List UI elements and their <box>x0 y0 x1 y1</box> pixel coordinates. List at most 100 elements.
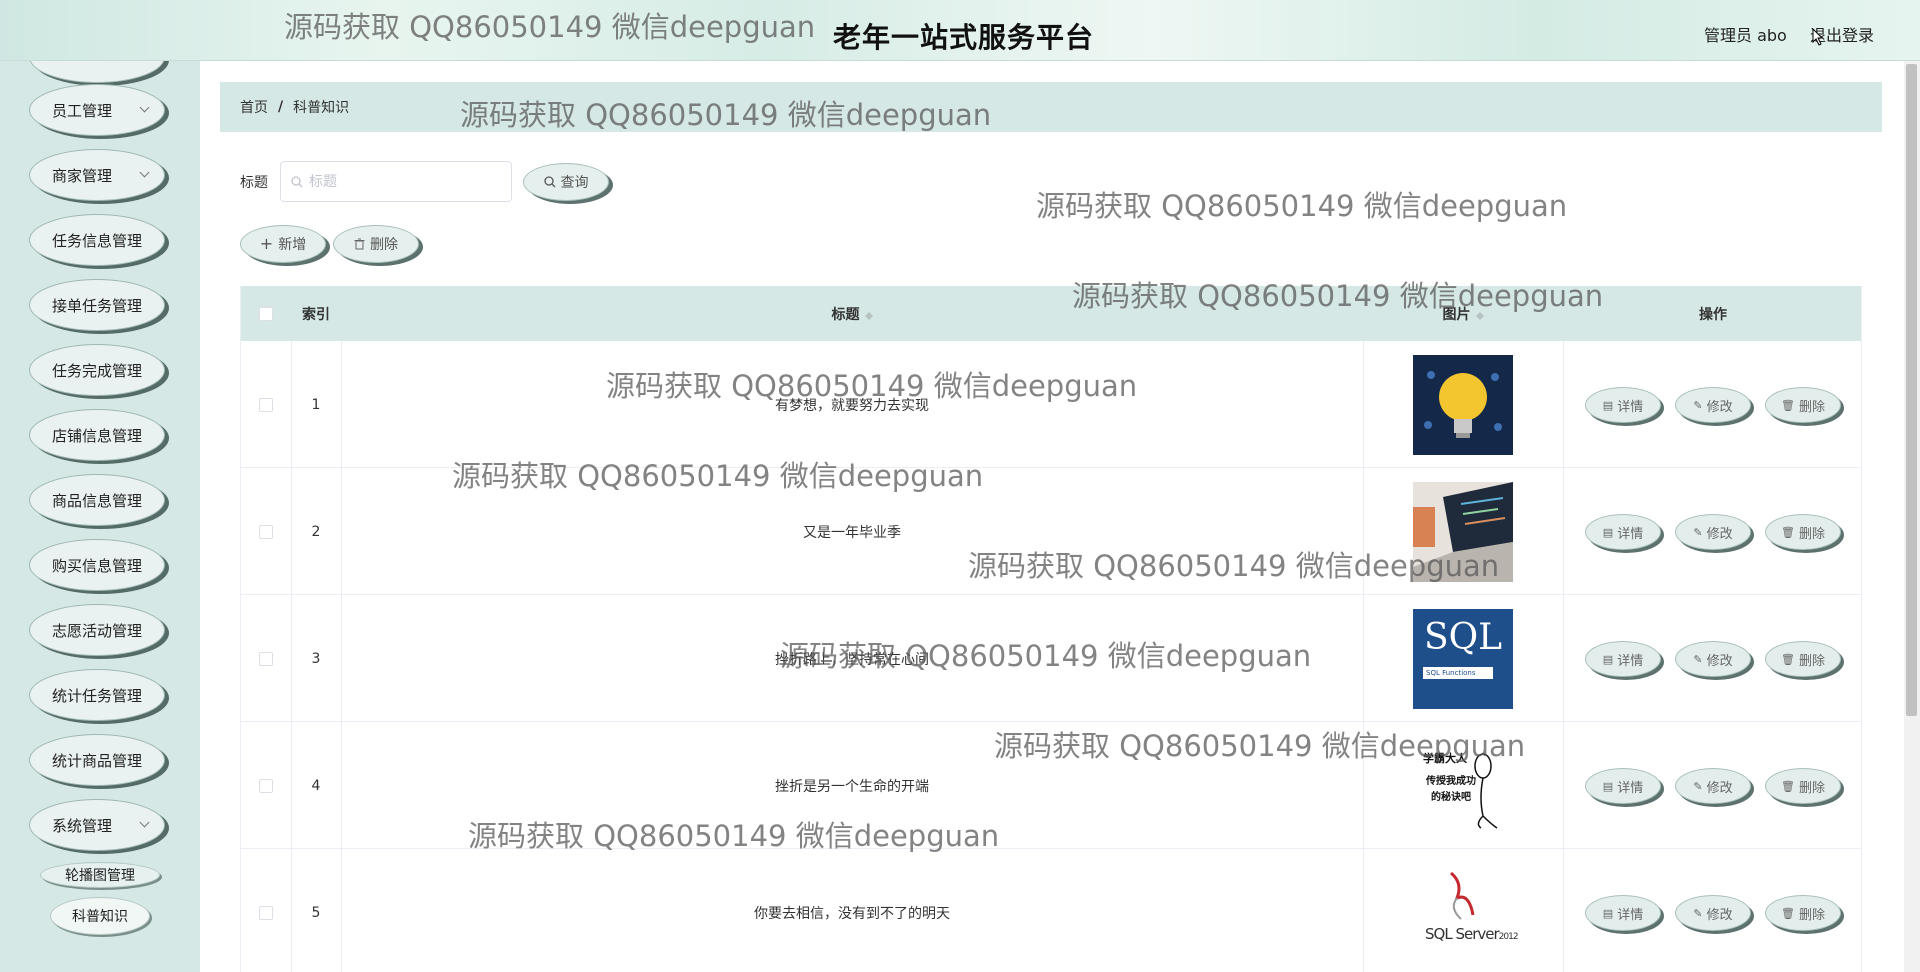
sqlserver-image: SQL Server2012 <box>1413 862 1519 963</box>
sql-image-subtext: SQL Functions <box>1423 666 1493 679</box>
detail-label: 详情 <box>1617 399 1644 415</box>
sidebar-item-shop-info[interactable]: 店铺信息管理 <box>29 409 165 461</box>
trash-icon <box>354 238 365 250</box>
delete-label: 删除 <box>1798 780 1825 796</box>
sidebar-item-label: 接单任务管理 <box>51 296 142 315</box>
sidebar-item-label: 任务完成管理 <box>51 361 142 380</box>
sidebar-item-accepted-tasks[interactable]: 接单任务管理 <box>29 279 165 331</box>
header-ops: 操作 <box>1563 286 1861 341</box>
sidebar-subitem-label: 科普知识 <box>72 909 128 925</box>
delete-label: 删除 <box>1798 526 1825 542</box>
detail-button[interactable]: ▤ 详情 <box>1585 387 1661 423</box>
detail-button[interactable]: ▤ 详情 <box>1585 895 1661 931</box>
delete-button[interactable]: 🗑 删除 <box>1765 641 1841 677</box>
detail-button[interactable]: ▤ 详情 <box>1585 514 1661 550</box>
row-checkbox-cell <box>241 595 291 722</box>
laptop-image <box>1413 481 1513 582</box>
sort-icon[interactable] <box>864 308 873 320</box>
table-row: 3 挫折路上，坚持常在心间 SQL SQL Functions ▤ 详情 ✎ 修… <box>241 595 1861 722</box>
scrollbar-thumb[interactable] <box>1906 64 1917 716</box>
document-icon: ▤ <box>1602 779 1614 793</box>
edit-button[interactable]: ✎ 修改 <box>1675 895 1751 931</box>
sidebar-subitem-carousel[interactable]: 轮播图管理 <box>40 862 160 888</box>
row-image-cell <box>1363 341 1563 468</box>
detail-label: 详情 <box>1617 653 1644 669</box>
search-icon <box>543 176 555 188</box>
trash-icon: 🗑 <box>1781 525 1795 539</box>
delete-button[interactable]: 🗑 删除 <box>1765 895 1841 931</box>
sidebar-item-label: 商家管理 <box>52 166 113 185</box>
sidebar-subitem-science[interactable]: 科普知识 <box>50 897 150 935</box>
search-input[interactable] <box>309 173 489 190</box>
breadcrumb-home[interactable]: 首页 <box>240 97 268 117</box>
delete-button[interactable]: 🗑 删除 <box>1765 768 1841 804</box>
sort-icon[interactable] <box>1475 308 1484 320</box>
edit-button[interactable]: ✎ 修改 <box>1675 641 1751 677</box>
edit-label: 修改 <box>1706 526 1733 542</box>
row-image-cell: 学霸大人 传授我成功的秘诀吧 <box>1363 722 1563 849</box>
sidebar-item-volunteer[interactable]: 志愿活动管理 <box>29 604 165 656</box>
search-box[interactable] <box>280 161 512 202</box>
delete-label: 删除 <box>1798 907 1825 923</box>
delete-label: 删除 <box>1798 399 1825 415</box>
batch-delete-button[interactable]: 删除 <box>333 225 419 263</box>
row-checkbox-cell <box>241 468 291 595</box>
row-index: 4 <box>311 777 321 794</box>
breadcrumb-separator: / <box>278 99 284 115</box>
row-index: 5 <box>311 904 321 921</box>
detail-label: 详情 <box>1617 780 1644 796</box>
sidebar-item-stat-tasks[interactable]: 统计任务管理 <box>29 669 165 721</box>
delete-button[interactable]: 🗑 删除 <box>1765 514 1841 550</box>
sidebar-item-task-completion[interactable]: 任务完成管理 <box>29 344 165 396</box>
document-icon: ▤ <box>1602 398 1614 412</box>
detail-label: 详情 <box>1617 907 1644 923</box>
sidebar-item-stat-products[interactable]: 统计商品管理 <box>29 734 165 786</box>
row-image-cell <box>1363 468 1563 595</box>
knowledge-table: 索引 标题 图片 操作 1 有梦想，就要努力去实现 ▤ 详情 ✎ 修改 🗑 删除… <box>240 286 1862 972</box>
header-image-label: 图片 <box>1442 306 1471 323</box>
edit-button[interactable]: ✎ 修改 <box>1675 387 1751 423</box>
edit-button[interactable]: ✎ 修改 <box>1675 768 1751 804</box>
sidebar-item-task-info[interactable]: 任务信息管理 <box>29 214 165 266</box>
trash-icon: 🗑 <box>1781 779 1795 793</box>
row-checkbox[interactable] <box>259 524 273 539</box>
row-checkbox[interactable] <box>259 778 273 793</box>
comic-image: 学霸大人 传授我成功的秘诀吧 <box>1413 735 1513 836</box>
row-checkbox-cell <box>241 849 291 972</box>
sidebar-item-product-info[interactable]: 商品信息管理 <box>29 474 165 526</box>
sidebar-item-staff[interactable]: 员工管理 <box>29 84 165 136</box>
sql-image: SQL SQL Functions <box>1413 608 1513 709</box>
row-index: 2 <box>311 523 321 540</box>
sidebar-item-label: 店铺信息管理 <box>51 426 142 445</box>
sidebar-item-purchase-info[interactable]: 购买信息管理 <box>29 539 165 591</box>
edit-label: 修改 <box>1706 907 1733 923</box>
sidebar-item-label: 统计商品管理 <box>51 751 142 770</box>
sidebar-item-label: 统计任务管理 <box>51 686 142 705</box>
delete-button[interactable]: 🗑 删除 <box>1765 387 1841 423</box>
detail-button[interactable]: ▤ 详情 <box>1585 768 1661 804</box>
add-button[interactable]: + 新增 <box>240 225 326 263</box>
sidebar-item-system[interactable]: 系统管理 <box>29 799 165 851</box>
query-button[interactable]: 查询 <box>523 163 609 201</box>
delete-label: 删除 <box>1798 653 1825 669</box>
table-row: 5 你要去相信，没有到不了的明天 SQL Server2012 ▤ 详情 ✎ 修… <box>241 849 1861 972</box>
sql-image-text: SQL <box>1423 616 1503 658</box>
sidebar-item-label: 系统管理 <box>52 816 113 835</box>
top-header: 老年一站式服务平台 管理员 abo 退出登录 <box>0 0 1920 61</box>
sidebar-item-label: 商品信息管理 <box>51 491 142 510</box>
header-title[interactable]: 标题 <box>341 286 1363 341</box>
row-checkbox[interactable] <box>259 651 273 666</box>
table-row: 4 挫折是另一个生命的开端 学霸大人 传授我成功的秘诀吧 ▤ 详情 ✎ 修改 🗑… <box>241 722 1861 849</box>
header-image[interactable]: 图片 <box>1363 286 1563 341</box>
row-checkbox[interactable] <box>259 397 273 412</box>
header-ops-label: 操作 <box>1699 306 1727 323</box>
edit-button[interactable]: ✎ 修改 <box>1675 514 1751 550</box>
sidebar-item-cutoff[interactable] <box>29 61 165 83</box>
document-icon: ▤ <box>1602 525 1614 539</box>
detail-button[interactable]: ▤ 详情 <box>1585 641 1661 677</box>
document-icon: ▤ <box>1602 652 1614 666</box>
sidebar-item-merchant[interactable]: 商家管理 <box>29 149 165 201</box>
select-all-checkbox[interactable] <box>259 306 273 321</box>
chevron-down-icon <box>139 817 150 828</box>
row-checkbox[interactable] <box>259 905 273 920</box>
